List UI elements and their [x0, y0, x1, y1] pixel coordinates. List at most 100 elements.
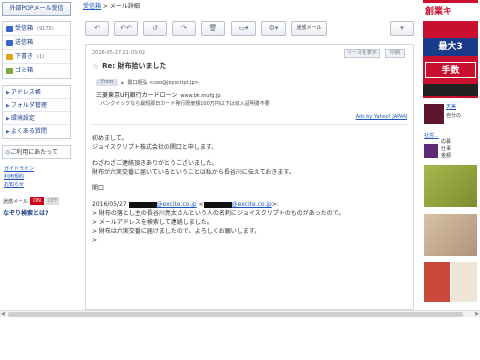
banner-ad[interactable]: 創業キ 最大3 手数 [423, 0, 478, 98]
spam-toggle-on[interactable]: ON [30, 197, 45, 205]
body-gap [92, 152, 345, 159]
ad-photo[interactable] [424, 214, 477, 256]
body-line: 初めまして。 [92, 135, 128, 142]
sender-address[interactable]: 関口昭弘 <ceo@joyscript.jp> [127, 79, 198, 86]
redacted-text [203, 201, 232, 208]
text-ad-url[interactable]: www.bk.mufg.jp [180, 93, 220, 99]
reply-button[interactable]: ↶ [85, 21, 109, 36]
spam-report-button[interactable]: 迷惑メール [291, 21, 327, 36]
forward-button[interactable]: ↷ [172, 21, 196, 36]
banner-ad-footer [423, 84, 478, 96]
email-link[interactable]: @excite.co.jp [232, 201, 272, 208]
chevron-right-icon: ▶ [6, 103, 10, 109]
scroll-right-icon[interactable]: ▶ [475, 311, 479, 317]
banner-ad-text: 創業キ [423, 3, 478, 21]
text-ad-description[interactable]: バンクイックなら最短即日カード発行限度額100万円以下は収入証明書不要 [100, 100, 270, 107]
menu-folder-management[interactable]: ▶フォルダ管理 [3, 99, 70, 112]
body-line: 財布が六実交番に届いているということは私から長谷川に伝えておきます。 [92, 169, 295, 176]
menu-settings[interactable]: ▶環境設定 [3, 112, 70, 125]
quote-header: 2016/05/27 @excite.co.jp < @excite.co.jp>… [92, 201, 279, 208]
breadcrumb-inbox[interactable]: 受信箱 [83, 3, 101, 10]
horizontal-scrollbar[interactable]: ◀ ▶ [0, 310, 480, 317]
banner-ad-text: 最大3 [423, 38, 478, 56]
external-pop-button[interactable]: 外部POPメール受信 [2, 2, 71, 16]
gear-icon: ⚙▾ [268, 24, 279, 32]
settings-button[interactable]: ⚙▾ [261, 21, 286, 36]
link-guideline[interactable]: ガイドライン [4, 165, 73, 173]
side-ad-row: 仕事 [441, 146, 452, 152]
ad-thumbnail [424, 144, 438, 158]
show-source-button[interactable]: ソースを表示 [344, 49, 380, 58]
breadcrumb: 受信箱 > メール詳細 [83, 3, 140, 10]
folder-count: (1) [37, 53, 45, 60]
folder-inbox[interactable]: 受信箱 (9175) [3, 22, 70, 36]
ads-by-yahoo-link[interactable]: Ads by Yahoo! JAPAN [356, 114, 407, 120]
folder-move-icon: ▭▾ [238, 24, 249, 32]
mail-body: 初めまして。 ジョイスクリプト株式会社の関口と申します。 わざわざご連絡頂きあり… [92, 134, 345, 245]
trash-icon: 🗑 [208, 24, 218, 32]
spam-toggle-off[interactable]: OFF [46, 197, 60, 205]
body-line: わざわざご連絡頂きありがとうございました。 [92, 160, 219, 167]
more-button[interactable]: ▾ [390, 21, 414, 36]
menu-list: ▶アドレス帳 ▶フォルダ管理 ▶環境設定 ▶よくある質問 [2, 85, 71, 139]
ad-photo[interactable] [424, 165, 477, 207]
trash-icon [6, 68, 13, 74]
side-ad-title[interactable]: 天美 [446, 103, 480, 110]
side-ad-job[interactable]: 社労... 応募 仕事 金額 [421, 132, 480, 160]
side-ad-row: 応募 [441, 139, 452, 145]
ad-thumbnail [424, 104, 444, 124]
ad-photo[interactable] [424, 262, 450, 302]
body-line: ジョイスクリプト株式会社の関口と申します。 [92, 144, 218, 151]
undo-button[interactable]: ↺ [143, 21, 167, 36]
side-ad[interactable]: 天美 自分の [421, 103, 480, 124]
sender-row: From ▶ 関口昭弘 <ceo@joyscript.jp> [96, 79, 199, 86]
text-ad-title[interactable]: 三菱東京UFJ銀行カードローン [96, 92, 177, 99]
menu-address-book[interactable]: ▶アドレス帳 [3, 86, 70, 99]
spam-toggle-row: 迷惑メール ON OFF [3, 197, 73, 205]
side-ad-sub: 自分の [446, 113, 462, 119]
reply-icon: ↶ [94, 24, 100, 32]
print-button[interactable]: 印刷 [385, 49, 405, 58]
undo-icon: ↺ [152, 24, 158, 32]
delete-button[interactable]: 🗑 [201, 21, 225, 36]
side-ad-title[interactable]: 社労... [424, 132, 480, 139]
folder-count: (9175) [37, 25, 54, 32]
reply-all-icon: ↶↶ [120, 24, 132, 32]
scroll-thumb[interactable] [8, 312, 463, 317]
star-icon[interactable]: ☆ [92, 62, 99, 71]
link-terms[interactable]: 利用規約 [4, 173, 73, 181]
sent-icon [6, 39, 13, 46]
folder-drafts[interactable]: 下書き (1) [3, 50, 70, 64]
folder-list: 受信箱 (9175) 送信箱 下書き (1) ゴミ箱 [2, 21, 71, 79]
scroll-left-icon[interactable]: ◀ [1, 311, 5, 317]
spam-toggle-label: 迷惑メール [3, 198, 29, 205]
chevron-right-icon: ▶ [6, 90, 10, 96]
reply-all-button[interactable]: ↶↶ [114, 21, 138, 36]
mail-subject-row: ☆ Re: 財布拾いました [92, 61, 167, 71]
usage-notice[interactable]: ◎ご利用にあたって [2, 145, 71, 159]
inbox-icon [6, 25, 13, 32]
mail-subject: Re: 財布拾いました [102, 62, 167, 70]
folder-label: ゴミ箱 [15, 67, 34, 74]
mail-detail: 2016-05-27 21:03:02 ソースを表示 印刷 ☆ Re: 財布拾い… [85, 44, 414, 310]
main-panel: 受信箱 > メール詳細 ↶ ↶↶ ↺ ↷ 🗑 ▭▾ ⚙▾ 迷惑メール ▾ 201… [80, 0, 417, 310]
forward-icon: ↷ [181, 24, 187, 32]
menu-faq[interactable]: ▶よくある質問 [3, 125, 70, 138]
toolbar: ↶ ↶↶ ↺ ↷ 🗑 ▭▾ ⚙▾ 迷惑メール ▾ [85, 21, 415, 38]
sidebar: 外部POPメール受信 受信箱 (9175) 送信箱 下書き (1) ゴミ箱 ▶ア… [0, 0, 73, 310]
divider [92, 124, 407, 125]
from-label: From [96, 79, 119, 86]
text-ad-title-row[interactable]: 三菱東京UFJ銀行カードローン www.bk.mufg.jp [96, 90, 221, 99]
chevron-right-icon: ▶ [6, 116, 10, 122]
ad-photo[interactable] [451, 262, 477, 302]
folder-label: 下書き [15, 52, 34, 60]
folder-label: 受信箱 [15, 24, 34, 32]
folder-trash[interactable]: ゴミ箱 [3, 64, 70, 78]
body-line: 関口 [92, 185, 105, 192]
email-link[interactable]: @excite.co.jp [157, 201, 197, 208]
folder-sent[interactable]: 送信箱 [3, 36, 70, 50]
trace-search-link[interactable]: なぞり検索とは? [3, 208, 73, 217]
folder-label: 送信箱 [15, 38, 34, 46]
link-news[interactable]: お知らせ [4, 181, 73, 189]
move-button[interactable]: ▭▾ [231, 21, 256, 36]
